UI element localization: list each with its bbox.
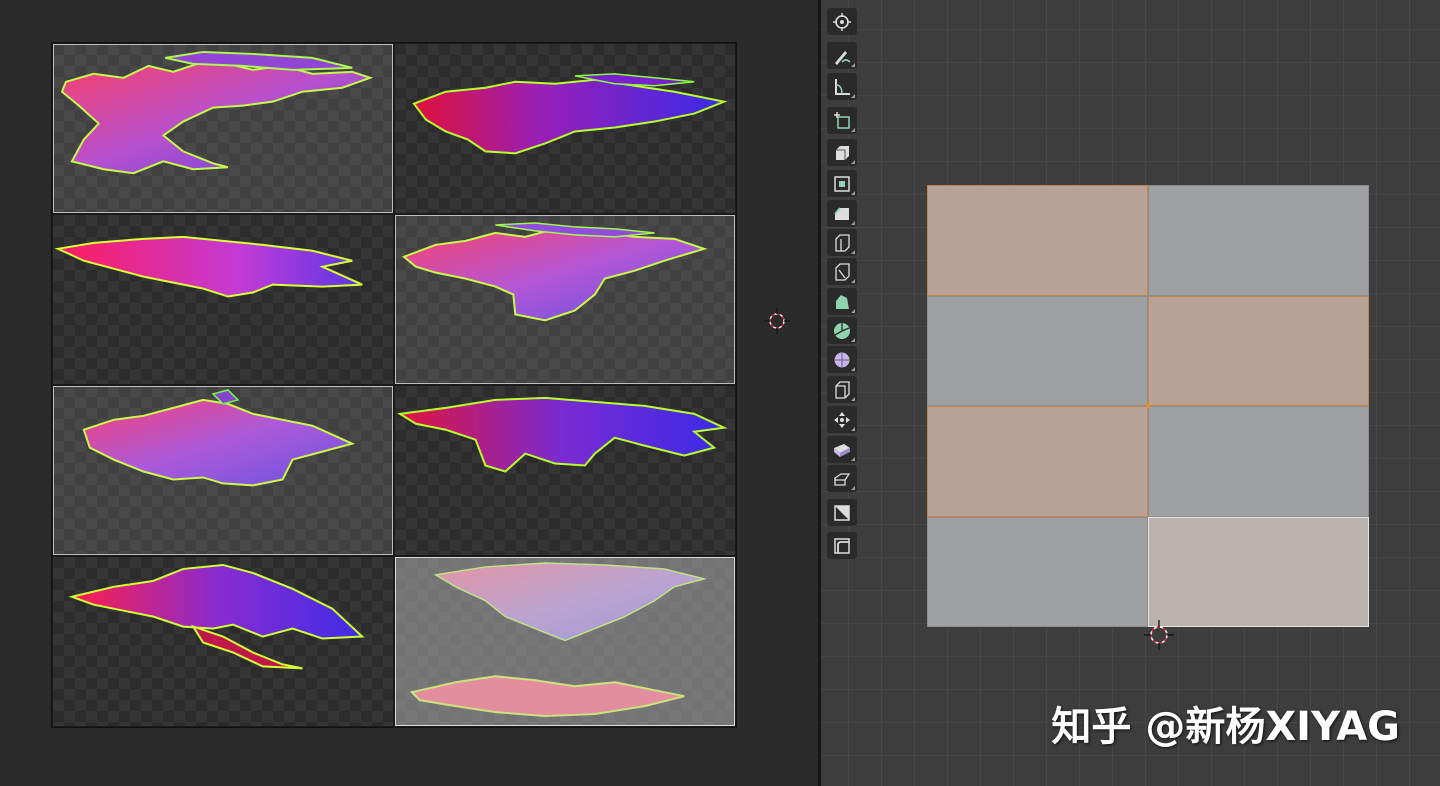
spin-tool-button[interactable] [827, 317, 857, 344]
flame-sprite-2 [412, 73, 728, 155]
mesh-face-8[interactable] [1148, 516, 1369, 627]
edge-slide-icon [835, 380, 850, 399]
edge-slide-tool-button[interactable] [827, 376, 857, 403]
bevel-icon [834, 206, 849, 220]
poly-build-icon [836, 294, 849, 309]
3d-viewport[interactable] [821, 0, 1440, 786]
measure-tool-button[interactable] [827, 73, 857, 100]
shrink-fatten-icon [834, 411, 850, 428]
flame-sprite-4 [402, 222, 708, 322]
poly-build-tool-button[interactable] [827, 288, 857, 315]
inset-tool-button[interactable] [827, 170, 857, 197]
mesh-face-4[interactable] [1148, 295, 1369, 406]
add-cube-icon [834, 111, 850, 129]
uv-corner-icon [834, 537, 850, 554]
mesh-face-5[interactable] [927, 406, 1148, 517]
inset-icon [834, 175, 850, 192]
shrink-fatten-tool-button[interactable] [827, 406, 857, 433]
uv-tool-a-button[interactable] [827, 499, 857, 526]
mesh-face-2[interactable] [1148, 185, 1369, 296]
uv-tool-b-button[interactable] [827, 532, 857, 559]
rip-region-tool-button[interactable] [827, 465, 857, 492]
flame-sprite-5 [82, 389, 356, 487]
shear-icon [834, 443, 850, 457]
zhihu-watermark: 知乎 @新杨XIYAG [1051, 704, 1400, 750]
texture-tile-4[interactable] [394, 214, 736, 385]
selected-vertex-dot[interactable] [1146, 403, 1151, 408]
texture-tile-5[interactable] [52, 385, 394, 556]
texture-tile-8[interactable] [394, 556, 736, 727]
uv-square-icon [834, 504, 850, 521]
mesh-face-3[interactable] [927, 295, 1148, 406]
flame-texture-sheet[interactable] [51, 42, 737, 728]
knife-tool-button[interactable] [827, 258, 857, 285]
flame-sprite-7 [68, 563, 365, 670]
measure-icon [835, 78, 850, 95]
texture-tile-1[interactable] [52, 43, 394, 214]
flame-sprite-1 [60, 50, 374, 175]
uv-2d-cursor-icon[interactable] [764, 308, 790, 334]
rip-region-icon [834, 472, 851, 486]
smooth-icon [834, 352, 850, 367]
3d-cursor-icon[interactable] [1144, 620, 1174, 650]
flame-sprite-3 [54, 235, 363, 298]
flame-sprite-8 [409, 562, 708, 718]
shear-tool-button[interactable] [827, 436, 857, 463]
loop-cut-icon [835, 233, 850, 252]
texture-tile-2[interactable] [394, 43, 736, 214]
mesh-face-1[interactable] [927, 185, 1148, 296]
mesh-face-6[interactable] [1148, 406, 1369, 517]
cursor-icon [833, 12, 851, 31]
cursor-tool-button[interactable] [827, 8, 857, 35]
annotate-icon [835, 50, 851, 65]
texture-tile-7[interactable] [52, 556, 394, 727]
uv-editor-panel[interactable] [0, 0, 818, 786]
texture-tile-6[interactable] [394, 385, 736, 556]
texture-tile-3[interactable] [52, 214, 394, 385]
flame-sprite-6 [397, 396, 728, 473]
bevel-tool-button[interactable] [827, 200, 857, 227]
smooth-tool-button[interactable] [827, 346, 857, 373]
add-cube-tool-button[interactable] [827, 107, 857, 134]
spin-icon [834, 322, 850, 339]
extrude-icon [836, 145, 849, 160]
knife-icon [835, 262, 850, 281]
extrude-tool-button[interactable] [827, 139, 857, 166]
mesh-face-7[interactable] [927, 516, 1148, 627]
loop-cut-tool-button[interactable] [827, 229, 857, 256]
annotate-tool-button[interactable] [827, 42, 857, 69]
